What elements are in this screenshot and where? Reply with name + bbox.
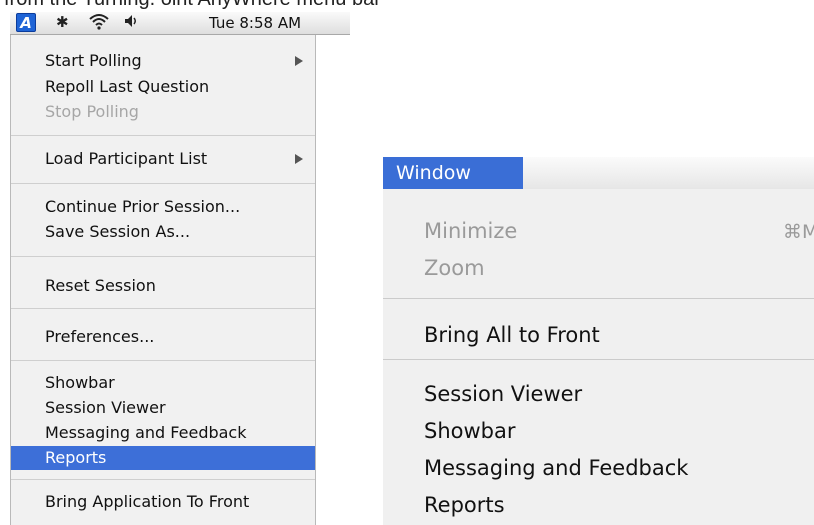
menu-item-continue-prior-session[interactable]: Continue Prior Session... (11, 195, 315, 219)
menu-item-save-session-as[interactable]: Save Session As... (11, 220, 315, 244)
caption-text: from the Turning. oint AnyWhere menu bar (4, 0, 381, 11)
menu-separator (11, 360, 315, 361)
window-menu-item-showbar[interactable]: Showbar (424, 416, 516, 446)
menu-separator (11, 479, 315, 480)
menu-item-load-participant-list[interactable]: Load Participant List (11, 147, 315, 171)
menu-bar: A ✱ Tue 8:58 AM (10, 12, 350, 35)
menu-separator (11, 135, 315, 136)
menu-item-messaging-and-feedback[interactable]: Messaging and Feedback (11, 421, 315, 445)
menu-item-stop-polling[interactable]: Stop Polling (11, 100, 315, 124)
app-dropdown-menu: Start Polling Repoll Last Question Stop … (10, 35, 316, 525)
menu-item-showbar[interactable]: Showbar (11, 371, 315, 395)
minimize-shortcut: ⌘M (783, 221, 814, 243)
menu-separator (11, 256, 315, 257)
menu-item-reports[interactable]: Reports (11, 446, 315, 470)
menu-item-reset-session[interactable]: Reset Session (11, 274, 315, 298)
menu-item-start-polling[interactable]: Start Polling (11, 49, 315, 73)
wifi-icon[interactable] (88, 12, 110, 34)
window-menu-title[interactable]: Window (383, 157, 523, 189)
window-menu-item-reports[interactable]: Reports (424, 490, 505, 520)
menu-separator (383, 359, 814, 360)
menu-separator (11, 308, 315, 309)
window-menu-item-minimize[interactable]: Minimize (424, 216, 517, 246)
menu-item-bring-application-to-front[interactable]: Bring Application To Front (11, 490, 315, 514)
menu-separator (383, 298, 814, 299)
window-menu: Window Minimize Zoom Bring All to Front … (383, 157, 814, 525)
window-menu-bar: Window (383, 157, 814, 189)
menubar-clock[interactable]: Tue 8:58 AM (209, 14, 301, 32)
app-icon[interactable]: A (16, 13, 36, 32)
menu-item-session-viewer[interactable]: Session Viewer (11, 396, 315, 420)
submenu-arrow-icon (295, 154, 303, 164)
bluetooth-icon[interactable]: ✱ (56, 13, 69, 31)
menu-item-repoll-last-question[interactable]: Repoll Last Question (11, 75, 315, 99)
window-menu-item-session-viewer[interactable]: Session Viewer (424, 379, 582, 409)
volume-icon[interactable] (123, 13, 139, 33)
menu-item-preferences[interactable]: Preferences... (11, 325, 315, 349)
window-menu-item-messaging-and-feedback[interactable]: Messaging and Feedback (424, 453, 688, 483)
window-menu-item-bring-all-to-front[interactable]: Bring All to Front (424, 320, 600, 350)
window-menu-item-zoom[interactable]: Zoom (424, 253, 485, 283)
menu-separator (11, 183, 315, 184)
submenu-arrow-icon (295, 56, 303, 66)
